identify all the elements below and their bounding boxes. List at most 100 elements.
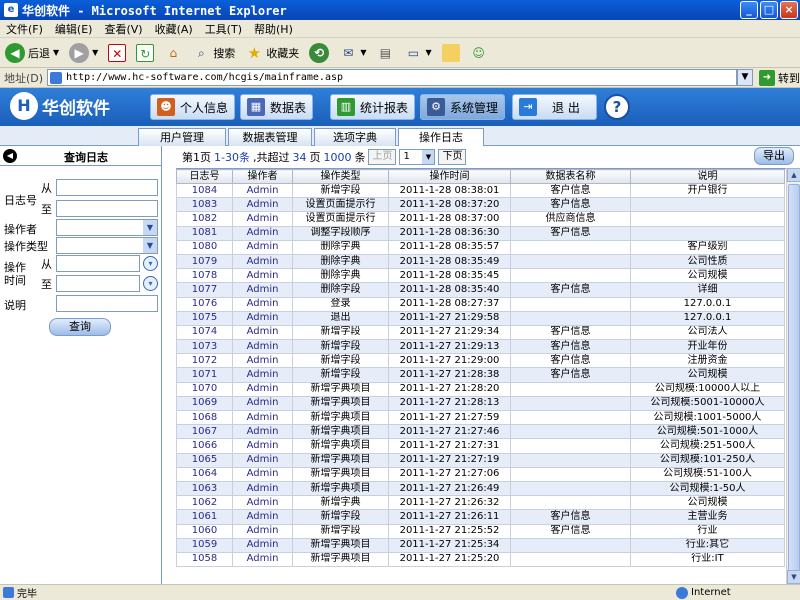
scroll-down-icon[interactable]: ▼ (787, 570, 800, 584)
favorites-label: 收藏夹 (266, 46, 300, 60)
tab-user-management[interactable]: 用户管理 (138, 128, 226, 146)
address-dropdown[interactable]: ▼ (737, 69, 753, 86)
history-button[interactable]: ⟲ (304, 40, 334, 66)
prev-page-button[interactable]: 上页 (368, 149, 397, 165)
cell-table-name (510, 239, 631, 255)
edit-button[interactable]: ▭ ▼ (399, 40, 436, 66)
forward-button[interactable]: ▶ ▼ (64, 40, 103, 66)
minimize-button[interactable]: _ (740, 1, 758, 19)
menu-file[interactable]: 文件(F) (0, 21, 49, 37)
table-row[interactable]: 1061 Admin 新增字段 2011-1-27 21:26:11 客户信息 主营业务 (176, 509, 785, 525)
chevron-down-icon[interactable]: ▼ (92, 48, 98, 57)
table-row[interactable]: 1074 Admin 新增字段 2011-1-27 21:29:34 客户信息 公司法人 (176, 324, 785, 341)
cell-op-time: 2011-1-27 21:25:34 (388, 537, 511, 553)
table-row[interactable]: 1077 Admin 删除字段 2011-1-28 08:35:40 客户信息 详细 (176, 282, 785, 298)
close-button[interactable]: × (780, 1, 798, 19)
table-row[interactable]: 1080 Admin 删除字典 2011-1-28 08:35:57 客户级别 (176, 239, 785, 255)
search-button[interactable]: ⌕ 搜索 (187, 40, 240, 66)
cell-log-no: 1058 (176, 551, 233, 568)
refresh-button[interactable]: ↻ (131, 40, 159, 66)
op-time-from-input[interactable] (56, 255, 140, 272)
menu-view[interactable]: 查看(V) (98, 21, 148, 37)
cell-op-type: 新增字典项目 (292, 452, 389, 468)
table-row[interactable]: 1083 Admin 设置页面提示行 2011-1-28 08:37:20 客户信息 (176, 197, 785, 213)
tab-dictionary[interactable]: 选项字典 (314, 128, 396, 146)
table-row[interactable]: 1067 Admin 新增字典项目 2011-1-27 21:27:46 公司规模:50… (176, 424, 785, 440)
calendar-icon[interactable]: ▾ (143, 276, 158, 291)
table-row[interactable]: 1072 Admin 新增字段 2011-1-27 21:29:00 客户信息 注册资金 (176, 353, 785, 369)
scroll-thumb[interactable] (788, 184, 800, 576)
export-button[interactable]: 导出 (754, 147, 794, 165)
table-row[interactable]: 1075 Admin 退出 2011-1-27 21:29:58 127.0.0.1 (176, 310, 785, 326)
table-row[interactable]: 1064 Admin 新增字典项目 2011-1-27 21:27:06 公司规模:51… (176, 466, 785, 482)
table-row[interactable]: 1060 Admin 新增字段 2011-1-27 21:25:52 客户信息 行业 (176, 523, 785, 539)
table-row[interactable]: 1058 Admin 新增字典项目 2011-1-27 21:25:20 行业:IT (176, 551, 785, 568)
cell-operator: Admin (232, 466, 293, 482)
table-row[interactable]: 1084 Admin 新增字段 2011-1-28 08:38:01 客户信息 开户银行 (176, 182, 785, 199)
folder-button[interactable] (437, 40, 465, 66)
messenger-button[interactable]: ☺ (465, 40, 493, 66)
refresh-icon: ↻ (136, 43, 155, 62)
query-button[interactable]: 查询 (49, 318, 111, 336)
table-row[interactable]: 1070 Admin 新增字典项目 2011-1-27 21:28:20 公司规模:10… (176, 381, 785, 397)
favorites-button[interactable]: ★ 收藏夹 (240, 40, 304, 66)
help-button[interactable]: ? (604, 94, 630, 120)
scroll-up-icon[interactable]: ▲ (787, 168, 800, 182)
table-row[interactable]: 1076 Admin 登录 2011-1-28 08:27:37 127.0.0.1 (176, 296, 785, 312)
cell-op-time: 2011-1-27 21:29:58 (388, 310, 511, 326)
chevron-down-icon[interactable]: ▼ (360, 48, 366, 57)
col-log-no[interactable]: 日志号 (176, 169, 233, 184)
table-row[interactable]: 1078 Admin 删除字典 2011-1-28 08:35:45 公司规模 (176, 268, 785, 284)
address-input[interactable]: http://www.hc-software.com/hcgis/mainfra… (47, 69, 737, 86)
table-row[interactable]: 1071 Admin 新增字段 2011-1-27 21:28:38 客户信息 公司规模 (176, 367, 785, 383)
menu-edit[interactable]: 编辑(E) (49, 21, 99, 37)
chevron-down-icon[interactable]: ▼ (53, 48, 59, 57)
back-button[interactable]: ◀ 后退 ▼ (0, 40, 64, 66)
col-table-name[interactable]: 数据表名称 (510, 169, 631, 184)
tab-table-management[interactable]: 数据表管理 (228, 128, 312, 146)
col-description[interactable]: 说明 (630, 169, 785, 184)
table-row[interactable]: 1082 Admin 设置页面提示行 2011-1-28 08:37:00 供应商信息 (176, 211, 785, 227)
operator-select[interactable]: ▼ (56, 219, 158, 236)
nav-data-table[interactable]: ▦ 数据表 (240, 94, 314, 120)
table-row[interactable]: 1081 Admin 调整字段顺序 2011-1-28 08:36:30 客户信息 (176, 225, 785, 241)
menu-tools[interactable]: 工具(T) (199, 21, 248, 37)
page-select[interactable]: 1 ▼ (399, 149, 436, 165)
table-row[interactable]: 1059 Admin 新增字典项目 2011-1-27 21:25:34 行业:其它 (176, 537, 785, 553)
nav-system-admin[interactable]: ⚙ 系统管理 (420, 94, 506, 120)
table-row[interactable]: 1063 Admin 新增字典项目 2011-1-27 21:26:49 公司规模:1-… (176, 480, 785, 497)
mail-button[interactable]: ✉ ▼ (334, 40, 371, 66)
log-no-to-input[interactable] (56, 200, 158, 217)
table-row[interactable]: 1068 Admin 新增字典项目 2011-1-27 21:27:59 公司规模:10… (176, 409, 785, 426)
menu-help[interactable]: 帮助(H) (248, 21, 299, 37)
home-button[interactable]: ⌂ (159, 40, 187, 66)
op-type-select[interactable]: ▼ (56, 237, 158, 254)
col-op-type[interactable]: 操作类型 (292, 169, 389, 184)
table-row[interactable]: 1066 Admin 新增字典项目 2011-1-27 21:27:31 公司规模:25… (176, 438, 785, 454)
nav-personal-info[interactable]: ☻ 个人信息 (150, 94, 236, 120)
chevron-down-icon[interactable]: ▼ (425, 48, 431, 57)
desc-input[interactable] (56, 295, 158, 312)
col-op-time[interactable]: 操作时间 (388, 169, 511, 184)
nav-statistics[interactable]: ▥ 统计报表 (330, 94, 416, 120)
menu-favorites[interactable]: 收藏(A) (149, 21, 199, 37)
table-row[interactable]: 1073 Admin 新增字段 2011-1-27 21:29:13 客户信息 开业年份 (176, 339, 785, 355)
table-row[interactable]: 1065 Admin 新增字典项目 2011-1-27 21:27:19 公司规模:10… (176, 452, 785, 468)
next-page-button[interactable]: 下页 (438, 149, 467, 165)
calendar-icon[interactable]: ▾ (143, 256, 158, 271)
cell-table-name (510, 409, 631, 426)
go-button[interactable]: ➜ 转到 (759, 69, 800, 86)
nav-logout[interactable]: ⇥ 退 出 (512, 94, 597, 120)
tab-operation-log[interactable]: 操作日志 (398, 128, 484, 147)
table-row[interactable]: 1062 Admin 新增字典 2011-1-27 21:26:32 公司规模 (176, 495, 785, 511)
collapse-arrow-icon[interactable]: ◀ (3, 149, 17, 163)
col-operator[interactable]: 操作者 (232, 169, 293, 184)
print-button[interactable]: ▤ (371, 40, 399, 66)
vertical-scrollbar[interactable]: ▲ ▼ (786, 168, 800, 584)
table-row[interactable]: 1069 Admin 新增字典项目 2011-1-27 21:28:13 公司规模:50… (176, 395, 785, 412)
table-row[interactable]: 1079 Admin 删除字典 2011-1-28 08:35:49 公司性质 (176, 253, 785, 270)
stop-button[interactable]: ✕ (103, 40, 131, 66)
op-time-to-input[interactable] (56, 275, 140, 292)
maximize-button[interactable]: □ (760, 1, 778, 19)
log-no-from-input[interactable] (56, 179, 158, 196)
